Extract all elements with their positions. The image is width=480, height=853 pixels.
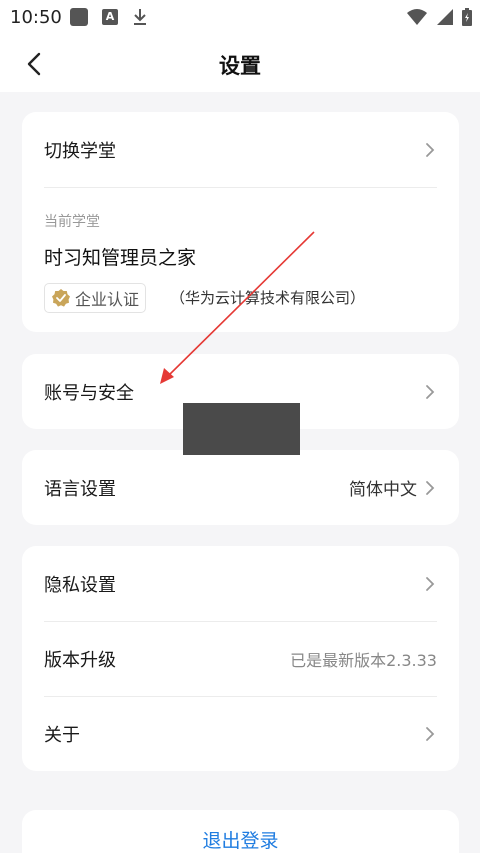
- misc-card: 隐私设置 版本升级 已是最新版本2.3.33 关于: [22, 546, 459, 771]
- enterprise-badge: 企业认证: [44, 283, 147, 313]
- language-value: 简体中文: [349, 480, 417, 500]
- switch-school-label: 切换学堂: [44, 140, 116, 162]
- school-name: 时习知管理员之家: [44, 247, 197, 269]
- current-school-label: 当前学堂: [44, 214, 100, 230]
- nav-bar: 设置: [0, 36, 480, 92]
- current-school-block: 当前学堂 时习知管理员之家 企业认证 （华为云计算技术有限公司）: [22, 187, 459, 332]
- battery-icon: [462, 8, 472, 26]
- chevron-right-icon: [423, 725, 437, 743]
- status-system-icons: [406, 8, 472, 26]
- page-title: 设置: [219, 54, 261, 78]
- language-label: 语言设置: [44, 478, 116, 500]
- download-icon: [132, 8, 148, 26]
- account-security-label: 账号与安全: [44, 382, 134, 404]
- wifi-icon: [406, 8, 428, 26]
- logout-label: 退出登录: [202, 830, 279, 852]
- version-value: 已是最新版本2.3.33: [290, 650, 437, 670]
- company-name: （华为云计算技术有限公司）: [170, 289, 366, 307]
- about-row[interactable]: 关于: [22, 696, 459, 771]
- notification-square-icon: [70, 8, 88, 26]
- chevron-right-icon: [423, 575, 437, 593]
- status-time: 10:50: [10, 7, 62, 28]
- school-card: 切换学堂 当前学堂 时习知管理员之家 企业认证 （华为云计算技术有限公司）: [22, 112, 459, 332]
- badge-text: 企业认证: [75, 290, 140, 309]
- chevron-right-icon: [423, 141, 437, 159]
- switch-school-row[interactable]: 切换学堂: [22, 112, 459, 187]
- verified-badge-icon: [52, 289, 70, 307]
- privacy-label: 隐私设置: [44, 574, 116, 596]
- language-card: 语言设置 简体中文: [22, 450, 459, 525]
- language-row[interactable]: 语言设置 简体中文: [22, 450, 459, 525]
- signal-icon: [436, 8, 454, 26]
- privacy-row[interactable]: 隐私设置: [22, 546, 459, 621]
- logout-button[interactable]: 退出登录: [22, 810, 459, 853]
- chevron-right-icon: [423, 383, 437, 401]
- about-label: 关于: [44, 724, 80, 746]
- chevron-right-icon: [423, 479, 437, 497]
- version-row[interactable]: 版本升级 已是最新版本2.3.33: [22, 621, 459, 696]
- status-notification-icons: A: [70, 8, 148, 26]
- notification-a-icon: A: [102, 9, 118, 25]
- version-label: 版本升级: [44, 649, 116, 671]
- status-bar: 10:50 A: [0, 0, 480, 36]
- redaction-overlay: [183, 403, 300, 455]
